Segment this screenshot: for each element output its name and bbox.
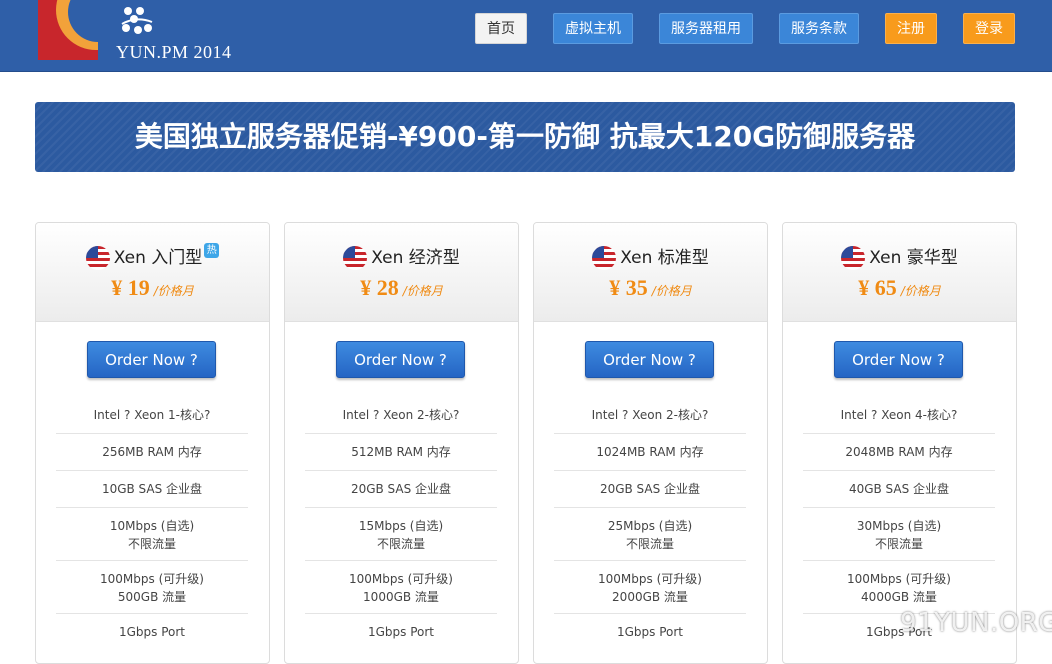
plan-card: Xen 经济型 ¥ 28/价格月 Order Now ? Intel ? Xeo… xyxy=(284,222,519,664)
plan-name: Xen 经济型 xyxy=(371,248,460,268)
plan-card: Xen 标准型 ¥ 35/价格月 Order Now ? Intel ? Xeo… xyxy=(533,222,768,664)
feature-cpu: Intel ? Xeon 2-核心? xyxy=(305,397,497,434)
plan-price: ¥ 28/价格月 xyxy=(285,275,518,301)
port-traffic: 2000GB 流量 xyxy=(612,590,688,604)
price-unit: /价格月 xyxy=(402,284,443,298)
price-amount: ¥ 65 xyxy=(858,275,897,300)
bandwidth-value: 15Mbps (自选) xyxy=(358,519,444,533)
us-flag-icon xyxy=(343,246,368,270)
plan-price: ¥ 65/价格月 xyxy=(783,275,1016,301)
traffic-value: 不限流量 xyxy=(376,537,425,551)
nav-server-rental[interactable]: 服务器租用 xyxy=(659,13,753,44)
bandwidth-value: 30Mbps (自选) xyxy=(856,519,942,533)
us-flag-icon xyxy=(841,246,866,270)
feature-list: Intel ? Xeon 2-核心? 512MB RAM 内存 20GB SAS… xyxy=(305,397,497,651)
feature-disk: 20GB SAS 企业盘 xyxy=(554,471,746,508)
top-header: YUN.PM 2014 首页 虚拟主机 服务器租用 服务条款 注册 登录 xyxy=(0,0,1052,72)
feature-bandwidth: 25Mbps (自选) 不限流量 xyxy=(554,508,746,561)
plan-title: Xen 入门型热 xyxy=(36,243,269,270)
feature-list: Intel ? Xeon 1-核心? 256MB RAM 内存 10GB SAS… xyxy=(56,397,248,651)
plan-header: Xen 经济型 ¥ 28/价格月 xyxy=(285,223,518,322)
logo-text: YUN.PM 2014 xyxy=(116,42,232,62)
plan-name: Xen 豪华型 xyxy=(869,248,958,268)
order-now-button[interactable]: Order Now ? xyxy=(834,341,963,378)
feature-list: Intel ? Xeon 2-核心? 1024MB RAM 内存 20GB SA… xyxy=(554,397,746,651)
yun-logo-icon xyxy=(118,2,160,42)
plan-header: Xen 标准型 ¥ 35/价格月 xyxy=(534,223,767,322)
feature-bandwidth: 15Mbps (自选) 不限流量 xyxy=(305,508,497,561)
feature-disk: 10GB SAS 企业盘 xyxy=(56,471,248,508)
plan-title: Xen 经济型 xyxy=(285,243,518,270)
price-unit: /价格月 xyxy=(651,284,692,298)
feature-uplink: 1Gbps Port xyxy=(118,625,186,639)
order-now-button[interactable]: Order Now ? xyxy=(336,341,465,378)
plan-title: Xen 豪华型 xyxy=(783,243,1016,270)
nav-login[interactable]: 登录 xyxy=(963,13,1015,44)
port-speed: 100Mbps (可升级) xyxy=(100,572,204,586)
hot-badge-icon: 热 xyxy=(204,243,220,258)
feature-bandwidth: 10Mbps (自选) 不限流量 xyxy=(56,508,248,561)
watermark: 91YUN.ORG xyxy=(900,608,1052,638)
feature-disk: 20GB SAS 企业盘 xyxy=(305,471,497,508)
feature-uplink: 1Gbps Port xyxy=(616,625,684,639)
us-flag-icon xyxy=(592,246,617,270)
plan-header: Xen 入门型热 ¥ 19/价格月 xyxy=(36,223,269,322)
price-amount: ¥ 28 xyxy=(360,275,399,300)
price-unit: /价格月 xyxy=(153,284,194,298)
price-amount: ¥ 19 xyxy=(111,275,150,300)
price-amount: ¥ 35 xyxy=(609,275,648,300)
feature-port: 100Mbps (可升级) 1000GB 流量 xyxy=(305,561,497,614)
feature-cpu: Intel ? Xeon 1-核心? xyxy=(56,397,248,434)
plan-header: Xen 豪华型 ¥ 65/价格月 xyxy=(783,223,1016,322)
feature-bandwidth: 30Mbps (自选) 不限流量 xyxy=(803,508,995,561)
price-unit: /价格月 xyxy=(900,284,941,298)
nav-terms[interactable]: 服务条款 xyxy=(779,13,859,44)
port-traffic: 4000GB 流量 xyxy=(861,590,937,604)
us-flag-icon xyxy=(85,246,110,270)
feature-port: 100Mbps (可升级) 500GB 流量 xyxy=(56,561,248,614)
plan-title: Xen 标准型 xyxy=(534,243,767,270)
nav-home[interactable]: 首页 xyxy=(475,13,527,44)
nav-register[interactable]: 注册 xyxy=(885,13,937,44)
traffic-value: 不限流量 xyxy=(127,537,176,551)
plan-name: Xen 标准型 xyxy=(620,248,709,268)
feature-cpu: Intel ? Xeon 2-核心? xyxy=(554,397,746,434)
port-speed: 100Mbps (可升级) xyxy=(598,572,702,586)
feature-ram: 1024MB RAM 内存 xyxy=(554,434,746,471)
feature-ram: 512MB RAM 内存 xyxy=(305,434,497,471)
port-speed: 100Mbps (可升级) xyxy=(847,572,951,586)
feature-ram: 2048MB RAM 内存 xyxy=(803,434,995,471)
feature-disk: 40GB SAS 企业盘 xyxy=(803,471,995,508)
plan-price: ¥ 35/价格月 xyxy=(534,275,767,301)
logo-icon[interactable] xyxy=(38,0,98,60)
plan-card: Xen 豪华型 ¥ 65/价格月 Order Now ? Intel ? Xeo… xyxy=(782,222,1017,664)
bandwidth-value: 25Mbps (自选) xyxy=(607,519,693,533)
promo-banner[interactable]: 美国独立服务器促销-¥900-第一防御 抗最大120G防御服务器 xyxy=(35,102,1015,172)
order-now-button[interactable]: Order Now ? xyxy=(585,341,714,378)
traffic-value: 不限流量 xyxy=(625,537,674,551)
feature-port: 100Mbps (可升级) 4000GB 流量 xyxy=(803,561,995,614)
port-speed: 100Mbps (可升级) xyxy=(349,572,453,586)
nav-vps[interactable]: 虚拟主机 xyxy=(553,13,633,44)
plan-card: Xen 入门型热 ¥ 19/价格月 Order Now ? Intel ? Xe… xyxy=(35,222,270,664)
port-traffic: 1000GB 流量 xyxy=(363,590,439,604)
port-traffic: 500GB 流量 xyxy=(117,590,187,604)
feature-ram: 256MB RAM 内存 xyxy=(56,434,248,471)
plan-name: Xen 入门型 xyxy=(113,248,203,268)
traffic-value: 不限流量 xyxy=(874,537,923,551)
feature-cpu: Intel ? Xeon 4-核心? xyxy=(803,397,995,434)
bandwidth-value: 10Mbps (自选) xyxy=(109,519,195,533)
plan-price: ¥ 19/价格月 xyxy=(36,275,269,301)
order-now-button[interactable]: Order Now ? xyxy=(87,341,216,378)
feature-uplink: 1Gbps Port xyxy=(367,625,435,639)
feature-port: 100Mbps (可升级) 2000GB 流量 xyxy=(554,561,746,614)
